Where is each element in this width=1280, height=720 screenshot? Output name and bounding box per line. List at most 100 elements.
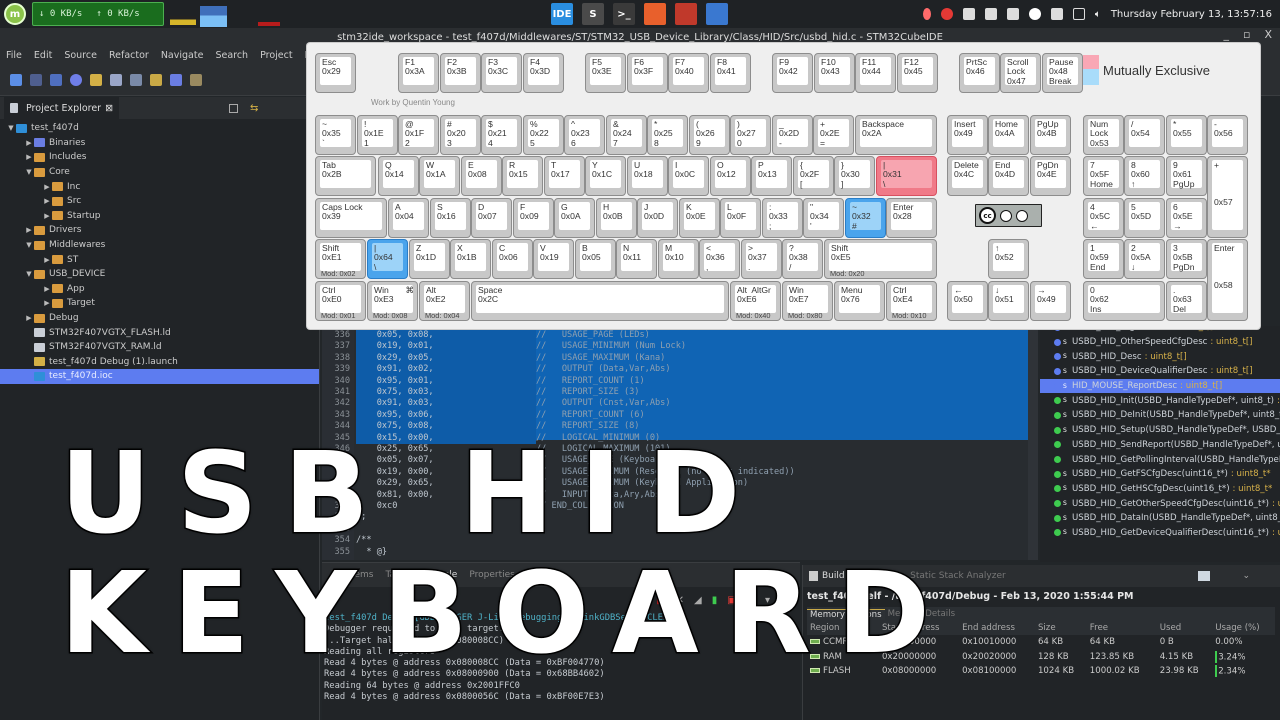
key-space[interactable]: Space 0x2C: [471, 281, 730, 321]
key-m[interactable]: M 0x10: [658, 239, 699, 279]
menu-project[interactable]: Project: [260, 50, 293, 61]
collapse-all-icon[interactable]: [229, 103, 239, 113]
outline-item[interactable]: S USBD_HID_DeviceQualifierDesc: uint8_t[]: [1040, 364, 1280, 379]
key-o[interactable]: O 0x12: [710, 156, 751, 196]
bug-icon[interactable]: [190, 73, 202, 86]
save-icon[interactable]: [30, 73, 42, 86]
key-f12[interactable]: F12 0x45: [897, 53, 938, 93]
key-t[interactable]: T 0x17: [544, 156, 585, 196]
tree-item[interactable]: ▶ Target: [0, 296, 319, 311]
taskbar-firefox-icon[interactable]: [644, 3, 666, 25]
key-kp4[interactable]: 4 0x5C ←: [1083, 198, 1124, 238]
key-nonus-bslash[interactable]: | 0x64 \: [367, 239, 408, 279]
key-kp0[interactable]: 0 0x62 Ins: [1083, 281, 1165, 321]
mint-menu-icon[interactable]: m: [4, 3, 26, 25]
outline-item[interactable]: S USBD_HID_GetHSCfgDesc(uint16_t*): uint8…: [1040, 482, 1280, 497]
key-lalt[interactable]: Alt 0xE2 Mod: 0x04: [419, 281, 470, 321]
expanded-arrow-icon[interactable]: ▼: [24, 270, 34, 278]
view-menu-icon[interactable]: ⌄: [1242, 571, 1250, 581]
mega-icon[interactable]: [940, 8, 953, 20]
key-6[interactable]: ^ 0x23 6: [564, 115, 605, 155]
key-rwin[interactable]: Win 0xE7 Mod: 0x80: [782, 281, 833, 321]
key-n[interactable]: N 0x11: [616, 239, 657, 279]
tree-item[interactable]: ▶ Debug: [0, 311, 319, 326]
key-slash[interactable]: ? 0x38 /: [782, 239, 823, 279]
outline-item[interactable]: S USBD_HID_OtherSpeedCfgDesc: uint8_t[]: [1040, 335, 1280, 350]
key-backslash[interactable]: | 0x31 \: [876, 156, 938, 196]
outline-item[interactable]: S USBD_HID_DeInit(USBD_HandleTypeDef*, ui…: [1040, 408, 1280, 423]
taskbar-doc-viewer-icon[interactable]: [675, 3, 697, 25]
outline-item[interactable]: S USBD_HID_GetFSCfgDesc(uint16_t*): uint8…: [1040, 467, 1280, 482]
editor-scrollbar[interactable]: [1028, 326, 1038, 560]
key-v[interactable]: V 0x19: [533, 239, 574, 279]
key-3[interactable]: # 0x20 3: [440, 115, 481, 155]
build-icon[interactable]: [90, 73, 102, 86]
collapsed-arrow-icon[interactable]: ▶: [24, 226, 34, 234]
key-f[interactable]: F 0x09: [513, 198, 554, 238]
key-8[interactable]: * 0x25 8: [647, 115, 688, 155]
key-9[interactable]: ( 0x26 9: [689, 115, 730, 155]
collapsed-arrow-icon[interactable]: ▶: [42, 285, 52, 293]
outline-item[interactable]: S USBD_HID_DataIn(USBD_HandleTypeDef*, ui…: [1040, 511, 1280, 526]
key-1[interactable]: ! 0x1E 1: [357, 115, 398, 155]
menu-file[interactable]: File: [6, 50, 22, 61]
key-j[interactable]: J 0x0D: [637, 198, 678, 238]
key-f11[interactable]: F11 0x44: [855, 53, 896, 93]
camera-icon[interactable]: [984, 8, 997, 20]
tree-item[interactable]: ▶ Drivers: [0, 223, 319, 238]
tree-item[interactable]: ▼ USB_DEVICE: [0, 267, 319, 282]
key-y[interactable]: Y 0x1C: [585, 156, 626, 196]
key-l[interactable]: L 0x0F: [720, 198, 761, 238]
column-header[interactable]: Used: [1156, 621, 1213, 635]
key-kp2[interactable]: 2 0x5A ↓: [1124, 239, 1165, 279]
key-rbrace[interactable]: } 0x30 ]: [834, 156, 875, 196]
run-icon[interactable]: [150, 73, 162, 86]
outline-item[interactable]: USBD_HID_GetPollingInterval(USBD_HandleT…: [1040, 452, 1280, 467]
key-up[interactable]: ↑ 0x52: [988, 239, 1029, 279]
key-scroll[interactable]: Scroll Lock 0x47: [1000, 53, 1041, 93]
printer-icon[interactable]: [1050, 8, 1063, 20]
key-prtsc[interactable]: PrtSc 0x46: [959, 53, 1000, 93]
key-f9[interactable]: F9 0x42: [772, 53, 813, 93]
key-f10[interactable]: F10 0x43: [814, 53, 855, 93]
collapsed-arrow-icon[interactable]: ▶: [42, 183, 52, 191]
key-f3[interactable]: F3 0x3C: [481, 53, 522, 93]
shield-icon[interactable]: [962, 8, 975, 20]
tree-item[interactable]: ▼ test_f407d: [0, 121, 319, 136]
key-f8[interactable]: F8 0x41: [710, 53, 751, 93]
key-5[interactable]: % 0x22 5: [523, 115, 564, 155]
search-file-icon[interactable]: [110, 73, 122, 86]
key-h[interactable]: H 0x0B: [596, 198, 637, 238]
new-icon[interactable]: [10, 73, 22, 86]
security-icon[interactable]: [1006, 8, 1019, 20]
key-tilde[interactable]: ~ 0x35 `: [315, 115, 356, 155]
key-kp3[interactable]: 3 0x5B PgDn: [1166, 239, 1207, 279]
key-e[interactable]: E 0x08: [461, 156, 502, 196]
key-kp9[interactable]: 9 0x61 PgUp: [1166, 156, 1207, 196]
key-kp8[interactable]: 8 0x60 ↑: [1124, 156, 1165, 196]
column-header[interactable]: Usage (%): [1212, 621, 1275, 635]
key-p[interactable]: P 0x13: [751, 156, 792, 196]
collapsed-arrow-icon[interactable]: ▶: [24, 314, 34, 322]
refresh-icon[interactable]: [1198, 571, 1211, 581]
key-backspace[interactable]: Backspace 0x2A: [855, 115, 937, 155]
key-2[interactable]: @ 0x1F 2: [398, 115, 439, 155]
key-f4[interactable]: F4 0x3D: [523, 53, 564, 93]
link-editor-icon[interactable]: ⇆: [250, 103, 258, 114]
expanded-arrow-icon[interactable]: ▼: [24, 168, 34, 176]
minimize-button[interactable]: _: [1223, 28, 1229, 41]
key-pgup[interactable]: PgUp 0x4B: [1030, 115, 1071, 155]
key-kp-mul[interactable]: * 0x55: [1166, 115, 1207, 155]
outline-item[interactable]: USBD_HID_SendReport(USBD_HandleTypeDef*,…: [1040, 438, 1280, 453]
tree-item[interactable]: test_f407d.ioc: [0, 369, 319, 384]
key-f1[interactable]: F1 0x3A: [398, 53, 439, 93]
key-esc[interactable]: Esc 0x29: [315, 53, 356, 93]
key-menu[interactable]: Menu 0x76: [834, 281, 885, 321]
key-kp1[interactable]: 1 0x59 End: [1083, 239, 1124, 279]
collapsed-arrow-icon[interactable]: ▶: [24, 139, 34, 147]
key-0[interactable]: ) 0x27 0: [730, 115, 771, 155]
key-rctrl[interactable]: Ctrl 0xE4 Mod: 0x10: [886, 281, 937, 321]
debug-config-icon[interactable]: [130, 73, 142, 86]
collapsed-arrow-icon[interactable]: ▶: [42, 256, 52, 264]
key-c[interactable]: C 0x06: [492, 239, 533, 279]
